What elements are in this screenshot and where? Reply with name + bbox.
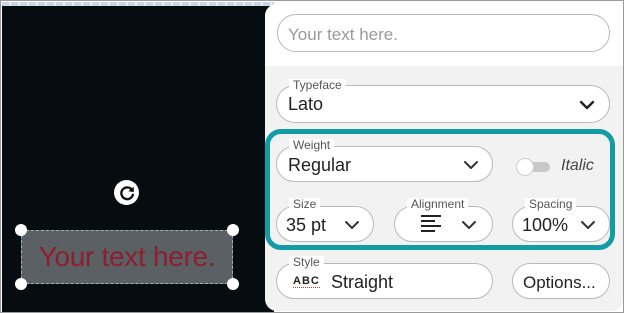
spacing-label: Spacing — [525, 198, 577, 210]
options-button[interactable]: Options... — [512, 263, 610, 299]
rotate-handle[interactable] — [114, 180, 139, 205]
weight-label: Weight — [289, 139, 335, 151]
size-label: Size — [289, 198, 321, 210]
style-label: Style — [289, 256, 324, 268]
spacing-select[interactable]: 100% — [512, 206, 610, 242]
spacing-value: 100% — [522, 215, 569, 235]
resize-handle-bottom-right[interactable] — [227, 278, 239, 290]
italic-toggle[interactable] — [516, 158, 550, 176]
rotate-icon — [119, 185, 134, 200]
resize-handle-bottom-left[interactable] — [15, 278, 27, 290]
size-value: 35 pt — [286, 215, 327, 235]
canvas-text: Your text here. — [38, 241, 216, 272]
weight-value: Regular — [288, 155, 352, 175]
style-abc-icon: ABC — [293, 275, 320, 288]
toggle-knob — [516, 158, 534, 176]
text-input-placeholder: Your text here. — [288, 25, 398, 44]
size-select[interactable]: 35 pt — [276, 206, 374, 242]
text-object[interactable]: Your text here. — [21, 230, 233, 284]
resize-handle-top-right[interactable] — [227, 224, 239, 236]
left-align-icon — [421, 215, 441, 232]
typeface-value: Lato — [288, 94, 324, 114]
chevron-down-icon — [462, 221, 476, 229]
typeface-label: Typeface — [289, 79, 346, 91]
chevron-down-icon — [581, 221, 595, 229]
chevron-down-icon — [464, 161, 478, 169]
resize-handle-top-left[interactable] — [15, 224, 27, 236]
chevron-down-icon — [579, 100, 595, 110]
alignment-select[interactable] — [394, 206, 493, 242]
italic-label: Italic — [561, 157, 594, 174]
options-button-label: Options... — [523, 273, 596, 292]
alignment-label: Alignment — [407, 198, 469, 210]
text-input[interactable]: Your text here. — [277, 14, 610, 52]
app-frame: Your text here. Your text here. Lato Typ… — [0, 0, 624, 313]
chevron-down-icon — [345, 221, 359, 229]
style-value: Straight — [331, 272, 394, 292]
